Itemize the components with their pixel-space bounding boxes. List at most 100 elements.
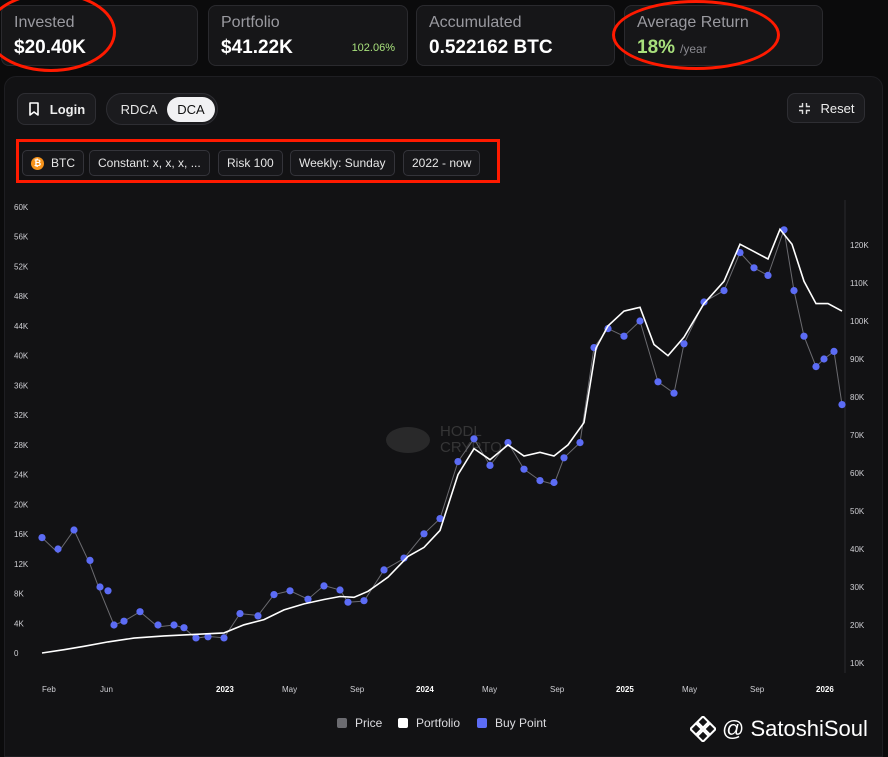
price-chart[interactable]: HODL CRYPTO 0 4K 8K 12K 16K 20K 24K 28K 32K 36K 40… (0, 190, 888, 700)
reset-button[interactable]: Reset (787, 93, 865, 123)
legend-portfolio[interactable]: Portfolio (398, 716, 460, 730)
x-tick-label: Sep (550, 685, 565, 694)
y-axis-right: 10K 20K 30K 40K 50K 60K 70K 80K 90K 100K 110K 120K (850, 241, 869, 668)
x-tick-label: May (682, 685, 697, 694)
buy-point-marker (636, 317, 644, 325)
mode-rdca[interactable]: RDCA (111, 97, 167, 122)
reset-label: Reset (820, 100, 855, 116)
buy-point-marker (536, 477, 544, 485)
legend-label-price: Price (355, 716, 383, 730)
legend-label-portfolio: Portfolio (416, 716, 461, 730)
x-tick-label: 2023 (216, 685, 234, 694)
login-button[interactable]: Login (17, 93, 96, 125)
buy-point-marker (838, 401, 846, 409)
y-right-tick-label: 70K (850, 431, 865, 440)
buy-point-marker (420, 530, 428, 538)
y-left-tick-label: 16K (14, 530, 29, 539)
buy-point-marker (336, 586, 344, 594)
x-tick-label: May (282, 685, 297, 694)
y-left-tick-label: 44K (14, 322, 29, 331)
buy-point-marker (380, 566, 388, 574)
buy-point-marker (96, 583, 104, 591)
buy-point-marker (192, 634, 200, 642)
x-tick-label: 2025 (616, 685, 634, 694)
buy-point-marker (654, 378, 662, 386)
buy-point-marker (70, 526, 78, 534)
buy-point-marker (470, 435, 478, 443)
y-left-tick-label: 0 (14, 649, 19, 658)
x-tick-label: Sep (350, 685, 365, 694)
buy-point-marker (270, 591, 278, 599)
stat-label: Accumulated (429, 14, 522, 31)
binance-logo-icon (690, 716, 716, 742)
buy-point-marker (360, 597, 368, 605)
buy-point-marker (486, 461, 494, 469)
portfolio-change-badge: 102.06% (351, 42, 395, 54)
y-left-tick-label: 36K (14, 381, 29, 390)
buy-point-marker (812, 363, 820, 371)
buy-point-marker (454, 458, 462, 466)
legend-buy-point[interactable]: Buy Point (477, 716, 546, 730)
buy-point-marker (344, 598, 352, 606)
buy-point-marker (170, 621, 178, 629)
y-right-tick-label: 30K (850, 583, 865, 592)
y-left-tick-label: 52K (14, 262, 29, 271)
y-left-tick-label: 12K (14, 560, 29, 569)
y-left-tick-label: 56K (14, 233, 29, 242)
buy-point-marker (110, 621, 118, 629)
buy-point-marker (120, 617, 128, 625)
x-tick-label: 2024 (416, 685, 434, 694)
stat-label: Portfolio (221, 14, 280, 31)
buy-point-marker (136, 608, 144, 616)
x-axis: Feb Jun 2023 May Sep 2024 May Sep 2025 May Sep 2026 (42, 685, 834, 694)
x-tick-label: 2026 (816, 685, 834, 694)
y-right-tick-label: 20K (850, 621, 865, 630)
buy-point-marker (620, 332, 628, 340)
y-right-tick-label: 10K (850, 659, 865, 668)
y-left-tick-label: 20K (14, 500, 29, 509)
buy-point-marker (104, 587, 112, 595)
buy-point-marker (680, 340, 688, 348)
y-left-tick-label: 28K (14, 441, 29, 450)
stat-card-accumulated: Accumulated 0.522162 BTC (416, 5, 615, 66)
center-watermark: HODL CRYPTO (386, 423, 502, 456)
buy-point-marker (236, 610, 244, 618)
legend-price[interactable]: Price (337, 716, 382, 730)
y-right-tick-label: 50K (850, 507, 865, 516)
buy-point-marker (550, 478, 558, 487)
legend-swatch-price (337, 718, 347, 728)
buy-point-marker (254, 612, 262, 620)
buy-point-marker (286, 587, 294, 595)
y-axis-left: 0 4K 8K 12K 16K 20K 24K 28K 32K 36K 40K 44K 48K 52K 56… (14, 203, 29, 658)
buy-point-marker (86, 556, 94, 564)
collapse-arrows-icon (798, 102, 810, 114)
y-right-tick-label: 110K (850, 279, 869, 288)
bookmark-icon (28, 102, 39, 116)
y-left-tick-label: 48K (14, 292, 29, 301)
y-left-tick-label: 4K (14, 619, 24, 628)
buy-point-marker (320, 582, 328, 590)
mode-toggle: RDCA DCA (106, 93, 218, 125)
buy-point-marker (560, 454, 568, 462)
mode-dca[interactable]: DCA (167, 97, 215, 122)
watermark-handle: @ SatoshiSoul (722, 716, 868, 741)
y-left-tick-label: 40K (14, 352, 29, 361)
y-left-tick-label: 24K (14, 471, 29, 480)
y-right-tick-label: 40K (850, 545, 865, 554)
buy-point-marker (220, 634, 228, 642)
x-tick-label: Sep (750, 685, 765, 694)
buy-point-marker (576, 439, 584, 447)
buy-point-marker (520, 465, 528, 473)
author-watermark: @ SatoshiSoul (690, 716, 868, 742)
legend-swatch-portfolio (398, 718, 408, 728)
hodl-logo-icon (386, 427, 430, 453)
buy-point-marker (670, 389, 678, 397)
stat-value: 0.522162 BTC (429, 37, 553, 58)
buy-point-marker (830, 347, 838, 355)
y-left-tick-label: 8K (14, 590, 24, 599)
buy-point-marker (820, 355, 828, 363)
buy-point-marker (180, 624, 188, 632)
x-tick-label: May (482, 685, 497, 694)
buy-point-marker (154, 621, 162, 629)
buy-point-marker (800, 332, 808, 340)
